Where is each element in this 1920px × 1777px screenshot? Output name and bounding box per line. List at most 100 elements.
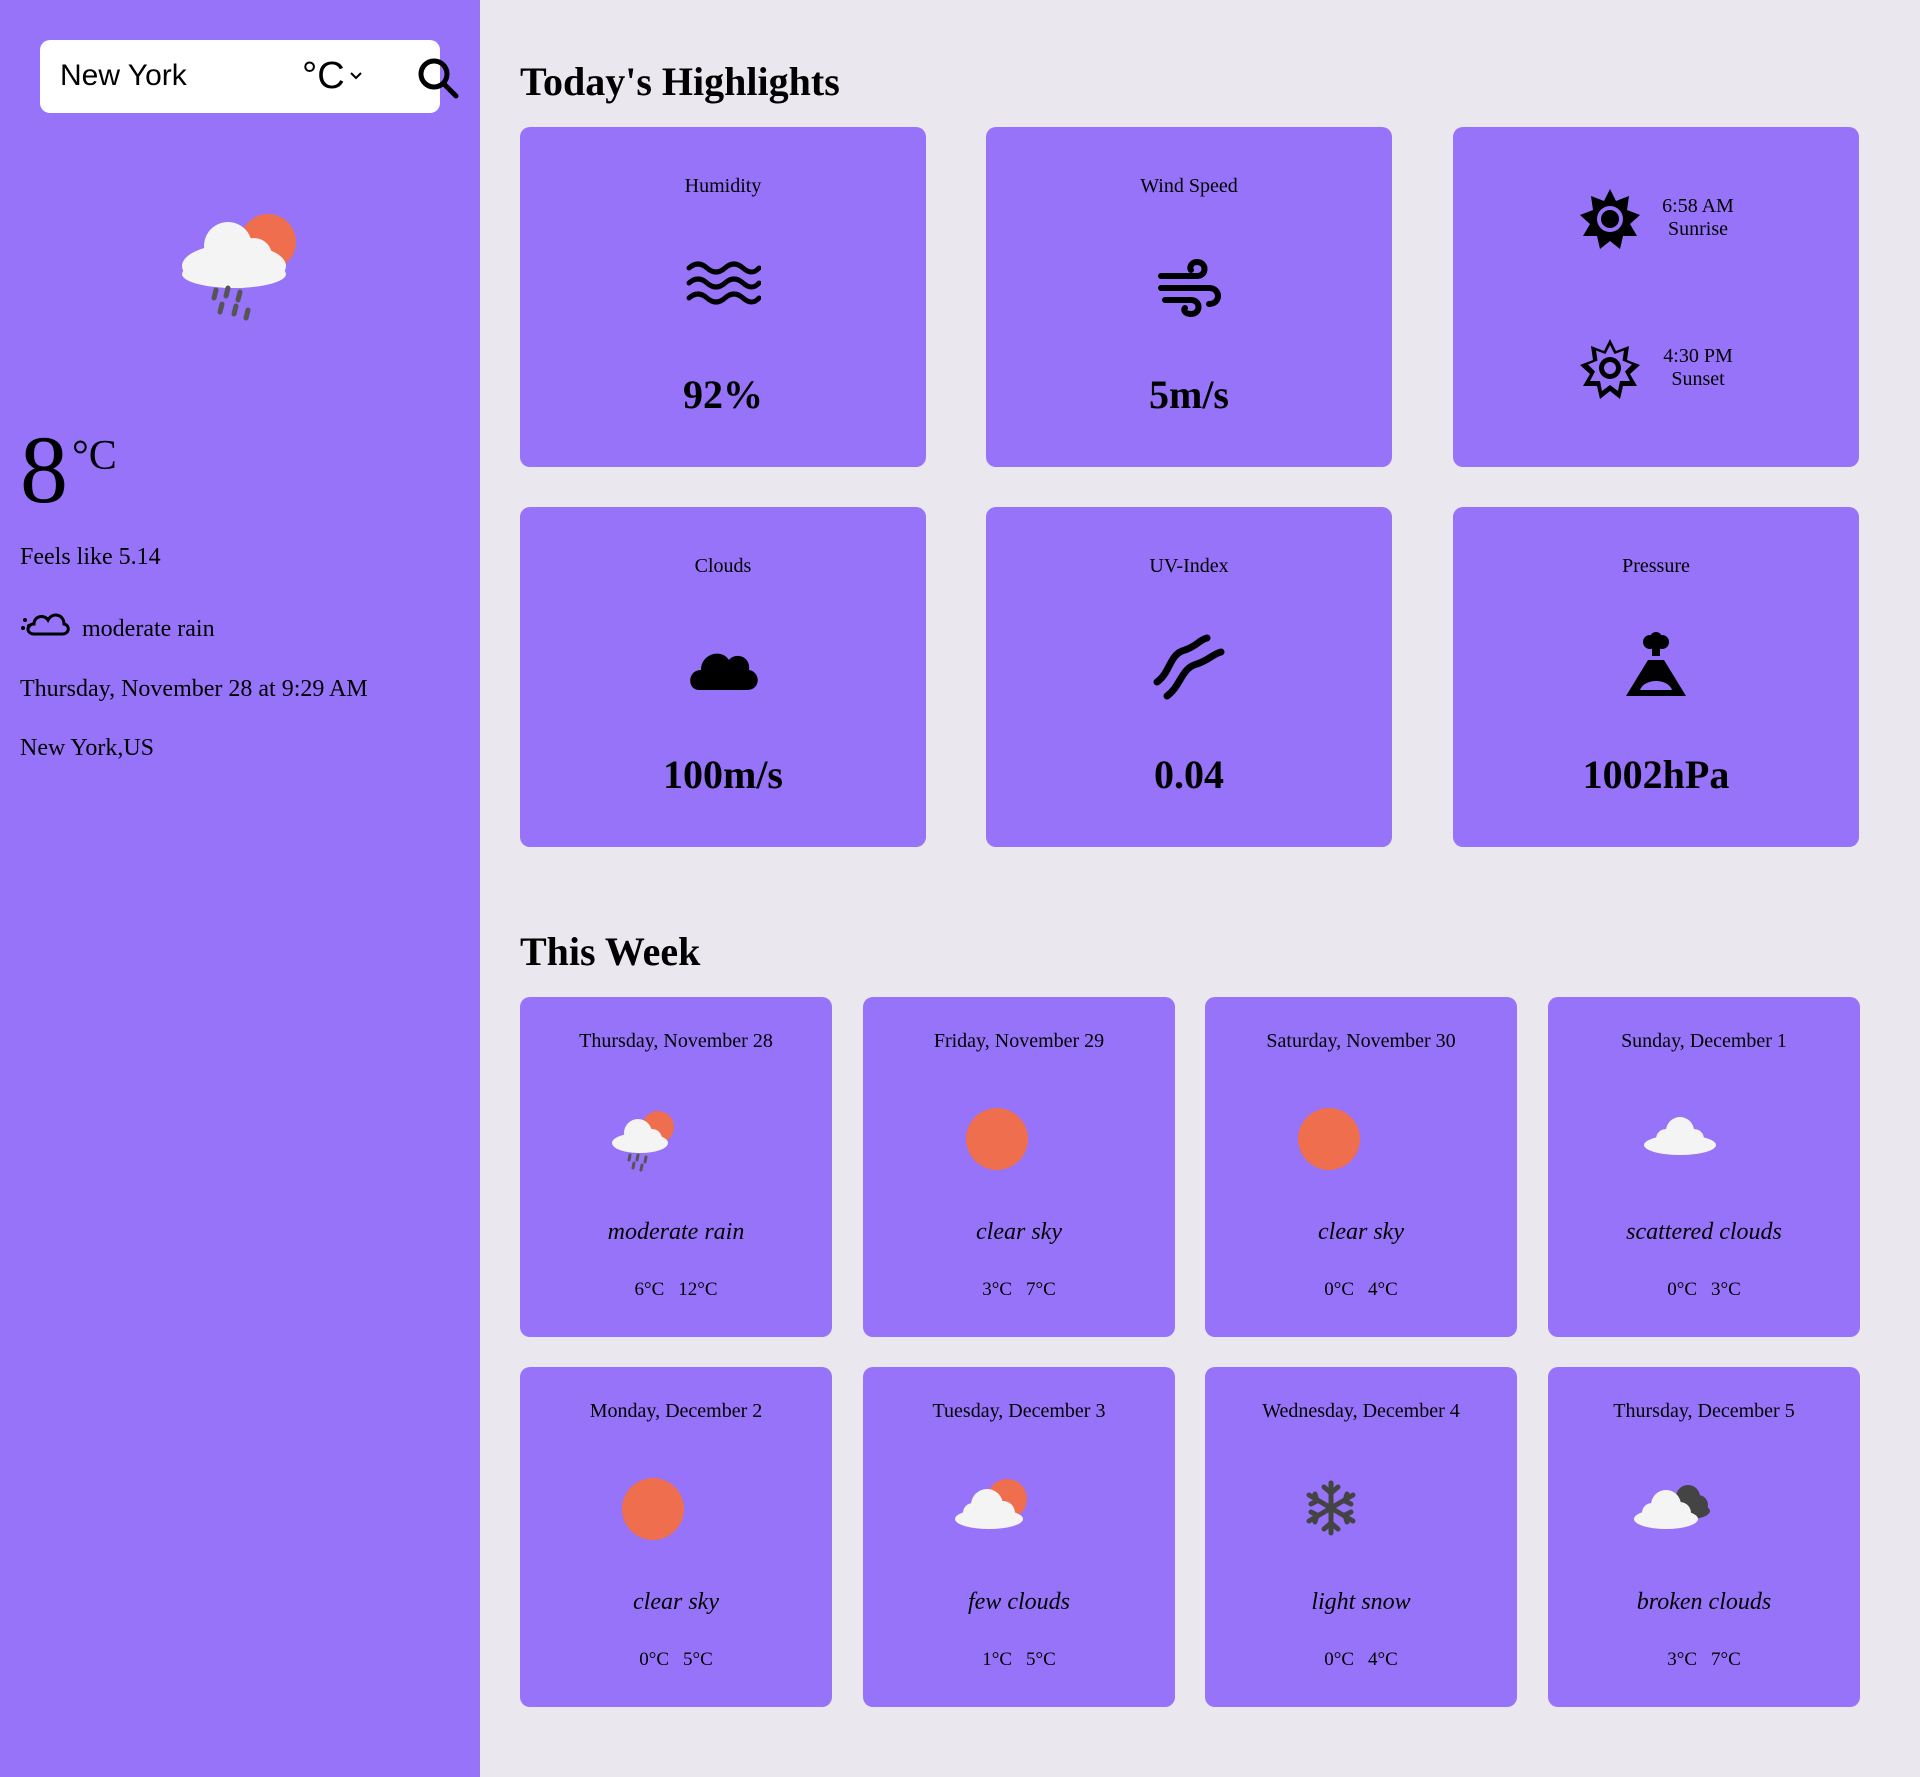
day-date: Wednesday, December 4	[1262, 1400, 1460, 1422]
humidity-label: Humidity	[684, 175, 762, 197]
current-location: New York,US	[20, 735, 155, 761]
pressure-card: Pressure 1002hPa	[1453, 507, 1859, 847]
rain-cloud-sun-icon	[182, 214, 296, 321]
temperature-value: 8	[20, 416, 68, 523]
sunrise-row: 6:58 AM Sunrise	[1578, 187, 1778, 257]
sunset-row: 4:30 PM Sunset	[1578, 337, 1778, 407]
day-min-temp: 0°C	[1324, 1279, 1354, 1300]
current-datetime: Thursday, November 28 at 9:29 AM	[20, 676, 368, 702]
day-min-temp: 0°C	[1324, 1649, 1354, 1670]
day-min-temp: 3°C	[1667, 1649, 1697, 1670]
week-title: This Week	[520, 929, 701, 974]
current-temperature: 8 °C	[20, 422, 117, 518]
day-date: Friday, November 29	[933, 1030, 1105, 1052]
day-description: clear sky	[976, 1219, 1062, 1245]
day-date: Thursday, December 5	[1613, 1400, 1795, 1422]
day-temperatures: 3°C 7°C	[1548, 1649, 1860, 1671]
wind-speed-card: Wind Speed 5m/s	[986, 127, 1392, 467]
wind-icon	[1158, 258, 1221, 318]
sunset-icon	[1580, 339, 1640, 399]
day-min-temp: 6°C	[634, 1279, 665, 1300]
broken-clouds-icon	[1634, 1485, 1710, 1529]
day-card: Sunday, December 1 scattered clouds 0°C 3…	[1548, 997, 1860, 1337]
sun-icon	[1298, 1108, 1360, 1170]
wind-speed-value: 5m/s	[1149, 372, 1229, 417]
wind-speed-label: Wind Speed	[1140, 175, 1238, 197]
day-max-temp: 5°C	[683, 1649, 713, 1670]
uv-index-value: 0.04	[1154, 752, 1224, 797]
day-date: Monday, December 2	[589, 1400, 763, 1422]
search-icon[interactable]	[416, 56, 460, 100]
weather-description: moderate rain	[20, 606, 215, 643]
cloud-outline-icon	[21, 613, 70, 635]
highlights-title: Today's Highlights	[520, 59, 840, 104]
day-card: Friday, November 29 clear sky 3°C 7°C	[863, 997, 1175, 1337]
day-card: Wednesday, December 4 light snow 0°C 4°C	[1205, 1367, 1517, 1707]
day-temperatures: 0°C 5°C	[520, 1649, 832, 1671]
weather-description-text: moderate rain	[82, 616, 215, 642]
day-temperatures: 3°C 7°C	[863, 1279, 1175, 1301]
day-description: few clouds	[968, 1589, 1070, 1615]
day-min-temp: 3°C	[982, 1279, 1012, 1300]
clouds-card: Clouds 100m/s	[520, 507, 926, 847]
day-date: Thursday, November 28	[579, 1030, 773, 1052]
water-waves-icon	[686, 261, 761, 305]
unit-select-value: °C	[302, 54, 345, 97]
sun-icon	[966, 1108, 1028, 1170]
sunset-label: Sunset	[1671, 368, 1725, 390]
uv-index-label: UV-Index	[1149, 555, 1229, 577]
day-temperatures: 0°C 3°C	[1548, 1279, 1860, 1301]
day-max-temp: 4°C	[1368, 1279, 1398, 1300]
day-temperatures: 0°C 4°C	[1205, 1649, 1517, 1671]
day-min-temp: 0°C	[639, 1649, 669, 1670]
day-temperatures: 6°C 12°C	[520, 1279, 832, 1301]
day-max-temp: 12°C	[678, 1279, 718, 1300]
unit-select[interactable]: °C	[302, 52, 363, 100]
day-date: Saturday, November 30	[1266, 1030, 1456, 1052]
sunset-time: 4:30 PM	[1663, 345, 1733, 367]
cloud-sun-icon	[955, 1479, 1027, 1529]
day-card: Saturday, November 30 clear sky 0°C 4°C	[1205, 997, 1517, 1337]
day-description: clear sky	[633, 1589, 719, 1615]
clouds-label: Clouds	[694, 555, 752, 577]
clouds-value: 100m/s	[663, 752, 783, 797]
day-date: Tuesday, December 3	[932, 1400, 1106, 1422]
day-min-temp: 0°C	[1667, 1279, 1697, 1300]
sunrise-time: 6:58 AM	[1662, 195, 1734, 217]
sunrise-label: Sunrise	[1668, 218, 1728, 240]
uv-rays-icon	[1153, 634, 1225, 700]
cloud-icon	[1644, 1117, 1716, 1155]
pressure-value: 1002hPa	[1582, 752, 1730, 797]
chevron-down-icon	[349, 72, 362, 80]
search-box: °C	[40, 40, 459, 113]
day-description: scattered clouds	[1626, 1219, 1782, 1245]
day-description: moderate rain	[607, 1219, 745, 1245]
day-min-temp: 1°C	[982, 1649, 1012, 1670]
snowflake-icon	[1306, 1480, 1356, 1536]
day-description: clear sky	[1318, 1219, 1404, 1245]
day-card: Thursday, December 5 broken clouds 3°C 7°…	[1548, 1367, 1860, 1707]
feels-like: Feels like 5.14	[20, 544, 161, 570]
day-description: broken clouds	[1636, 1589, 1772, 1615]
humidity-card: Humidity 92%	[520, 127, 926, 467]
city-search-input[interactable]	[60, 54, 280, 98]
day-temperatures: 1°C 5°C	[863, 1649, 1175, 1671]
uv-index-card: UV-Index 0.04	[986, 507, 1392, 847]
sunrise-icon	[1580, 189, 1640, 249]
day-card: Monday, December 2 clear sky 0°C 5°C	[520, 1367, 832, 1707]
temperature-unit: °C	[72, 433, 117, 479]
day-max-temp: 7°C	[1026, 1279, 1056, 1300]
cloud-icon	[690, 653, 758, 690]
pressure-label: Pressure	[1622, 555, 1690, 577]
day-date: Sunday, December 1	[1621, 1030, 1787, 1052]
day-max-temp: 4°C	[1368, 1649, 1398, 1670]
day-max-temp: 7°C	[1711, 1649, 1741, 1670]
rain-cloud-sun-icon	[612, 1111, 674, 1172]
sunrise-sunset-card: 6:58 AM Sunrise 4:30 PM Sunset	[1453, 127, 1859, 467]
day-max-temp: 5°C	[1026, 1649, 1056, 1670]
sidebar: °C 8 °C Feels like 5.14	[0, 0, 480, 1777]
day-card: Thursday, November 28 moderate rain 6°C 1…	[520, 997, 832, 1337]
sun-icon	[622, 1478, 684, 1540]
day-max-temp: 3°C	[1711, 1279, 1741, 1300]
day-temperatures: 0°C 4°C	[1205, 1279, 1517, 1301]
